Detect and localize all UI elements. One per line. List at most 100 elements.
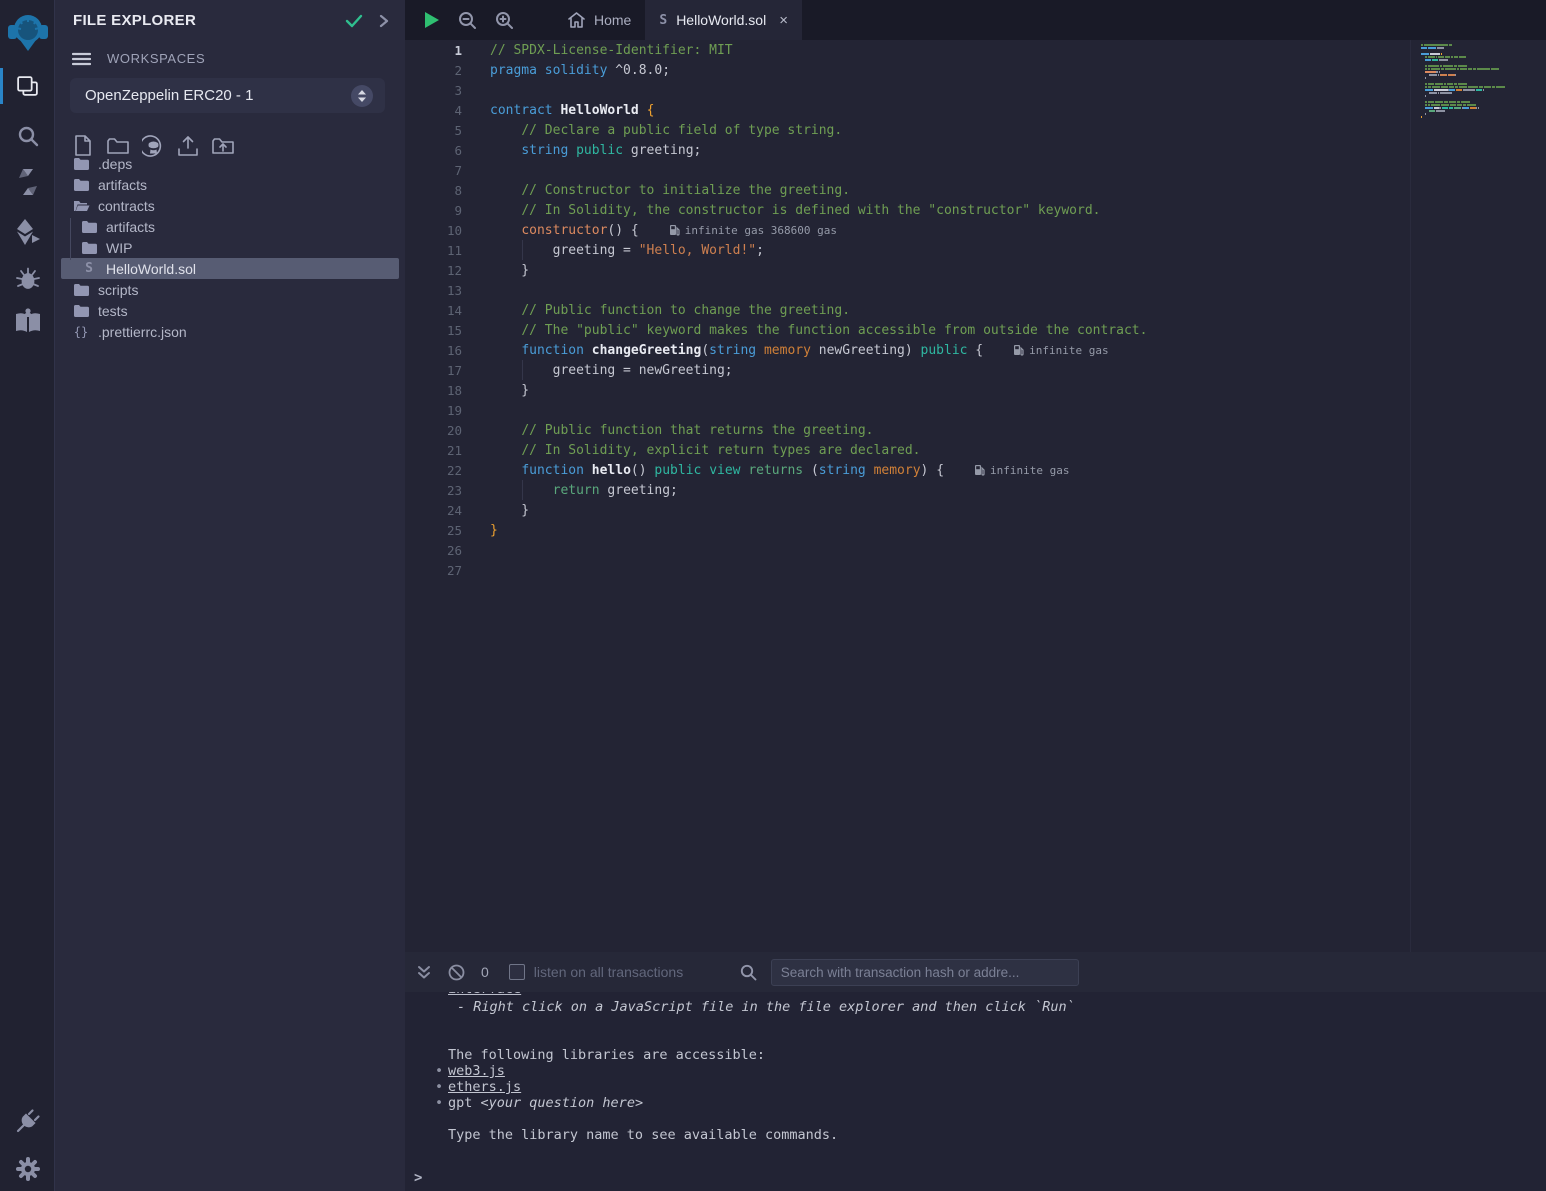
file-explorer-panel: FILE EXPLORER WORKSPACES OpenZeppelin ER… xyxy=(55,0,405,1191)
folder-icon xyxy=(80,221,98,233)
workspace-dropdown[interactable]: OpenZeppelin ERC20 - 1 xyxy=(70,78,385,113)
listen-transactions-label: listen on all transactions xyxy=(534,964,702,980)
deploy-run-icon[interactable] xyxy=(0,216,55,248)
gas-estimate-badge: infinite gas xyxy=(1013,344,1108,357)
code-line-12[interactable]: 12 } xyxy=(405,260,1546,280)
terminal[interactable]: interface - Right click on a JavaScript … xyxy=(405,992,1546,1191)
tab-close-icon[interactable]: × xyxy=(779,12,788,29)
settings-icon[interactable] xyxy=(0,1154,55,1184)
tree-item-artifacts[interactable]: artifacts xyxy=(61,216,399,237)
terminal-log-line: The following libraries are accessible: xyxy=(405,1047,1546,1063)
code-text: greeting = "Hello, World!"; xyxy=(490,243,764,258)
web3-js-link[interactable]: web3.js xyxy=(448,1063,505,1079)
code-text: function hello() public view returns (st… xyxy=(490,463,944,478)
line-number: 9 xyxy=(405,203,462,218)
code-line-1[interactable]: 1// SPDX-License-Identifier: MIT xyxy=(405,40,1546,60)
code-line-10[interactable]: 10 constructor() {infinite gas 368600 ga… xyxy=(405,220,1546,240)
line-number: 16 xyxy=(405,343,462,358)
solidity-file-icon: S xyxy=(80,261,98,276)
code-line-15[interactable]: 15 // The "public" keyword makes the fun… xyxy=(405,320,1546,340)
tree-item--prettierrc-json[interactable]: {}.prettierrc.json xyxy=(61,321,399,342)
code-line-27[interactable]: 27 xyxy=(405,560,1546,580)
code-line-25[interactable]: 25} xyxy=(405,520,1546,540)
tree-item-contracts[interactable]: contracts xyxy=(61,195,399,216)
code-line-16[interactable]: 16 function changeGreeting(string memory… xyxy=(405,340,1546,360)
terminal-search-input[interactable] xyxy=(771,959,1079,986)
tree-item-label: .prettierrc.json xyxy=(98,324,187,340)
tree-item--deps[interactable]: .deps xyxy=(61,153,399,174)
listen-transactions-checkbox[interactable] xyxy=(509,964,525,980)
code-line-23[interactable]: 23 return greeting; xyxy=(405,480,1546,500)
tree-item-tests[interactable]: tests xyxy=(61,300,399,321)
code-text: // Public function that returns the gree… xyxy=(490,423,874,438)
file-tree: .deps artifactscontractsartifacts WIP S Hell… xyxy=(55,153,405,342)
tab-helloworld-sol[interactable]: S HelloWorld.sol × xyxy=(645,0,802,40)
code-line-8[interactable]: 8 // Constructor to initialize the greet… xyxy=(405,180,1546,200)
minimap[interactable] xyxy=(1421,44,1546,125)
tree-item-label: tests xyxy=(98,303,128,319)
code-line-2[interactable]: 2pragma solidity ^0.8.0; xyxy=(405,60,1546,80)
code-line-13[interactable]: 13 xyxy=(405,280,1546,300)
code-line-22[interactable]: 22 function hello() public view returns … xyxy=(405,460,1546,480)
zoom-out-icon[interactable] xyxy=(458,11,477,30)
line-number: 12 xyxy=(405,263,462,278)
code-line-3[interactable]: 3 xyxy=(405,80,1546,100)
clear-console-icon[interactable] xyxy=(448,964,465,981)
line-number: 13 xyxy=(405,283,462,298)
tree-item-scripts[interactable]: scripts xyxy=(61,279,399,300)
tree-item-artifacts[interactable]: artifacts xyxy=(61,174,399,195)
line-number: 20 xyxy=(405,423,462,438)
tree-item-label: .deps xyxy=(98,156,132,172)
tree-item-label: WIP xyxy=(106,240,132,256)
folder-icon xyxy=(72,284,90,296)
code-line-4[interactable]: 4contract HelloWorld { xyxy=(405,100,1546,120)
tab-home[interactable]: Home xyxy=(554,0,645,40)
expand-terminal-icon[interactable] xyxy=(417,965,431,980)
code-text: string public greeting; xyxy=(490,143,701,158)
solidity-compiler-icon[interactable] xyxy=(0,167,55,197)
transaction-count-badge: 0 xyxy=(481,964,489,980)
code-line-26[interactable]: 26 xyxy=(405,540,1546,560)
code-line-11[interactable]: 11 greeting = "Hello, World!"; xyxy=(405,240,1546,260)
ethers-js-link[interactable]: ethers.js xyxy=(448,1079,521,1095)
code-text: // Constructor to initialize the greetin… xyxy=(490,183,850,198)
code-text: // SPDX-License-Identifier: MIT xyxy=(490,43,733,58)
line-number: 25 xyxy=(405,523,462,538)
terminal-library-link-line: •web3.js xyxy=(405,1063,1546,1079)
code-line-17[interactable]: 17 greeting = newGreeting; xyxy=(405,360,1546,380)
hamburger-menu-icon[interactable] xyxy=(72,52,91,66)
run-script-icon[interactable] xyxy=(423,11,440,29)
code-line-14[interactable]: 14 // Public function to change the gree… xyxy=(405,300,1546,320)
code-line-18[interactable]: 18 } xyxy=(405,380,1546,400)
plugin-manager-icon[interactable] xyxy=(0,1106,55,1136)
code-line-7[interactable]: 7 xyxy=(405,160,1546,180)
code-line-20[interactable]: 20 // Public function that returns the g… xyxy=(405,420,1546,440)
check-icon[interactable] xyxy=(345,14,363,28)
code-text: // Public function to change the greetin… xyxy=(490,303,850,318)
tree-item-helloworld-sol[interactable]: S HelloWorld.sol xyxy=(61,258,399,279)
learneth-icon[interactable] xyxy=(0,306,55,336)
line-number: 15 xyxy=(405,323,462,338)
tree-item-label: HelloWorld.sol xyxy=(106,261,196,277)
code-line-21[interactable]: 21 // In Solidity, explicit return types… xyxy=(405,440,1546,460)
code-line-24[interactable]: 24 } xyxy=(405,500,1546,520)
code-line-5[interactable]: 5 // Declare a public field of type stri… xyxy=(405,120,1546,140)
search-icon[interactable] xyxy=(0,122,55,150)
debugger-icon[interactable] xyxy=(0,264,55,294)
file-explorer-icon[interactable] xyxy=(0,70,55,102)
line-number: 27 xyxy=(405,563,462,578)
workspace-sort-button[interactable] xyxy=(351,85,373,107)
folder-icon xyxy=(72,305,90,317)
chevron-right-icon[interactable] xyxy=(379,14,389,28)
tree-item-wip[interactable]: WIP xyxy=(61,237,399,258)
code-text: // In Solidity, the constructor is defin… xyxy=(490,203,1101,218)
code-line-19[interactable]: 19 xyxy=(405,400,1546,420)
code-text: } xyxy=(490,383,529,398)
line-number: 4 xyxy=(405,103,462,118)
code-editor[interactable]: 1// SPDX-License-Identifier: MIT2pragma … xyxy=(405,40,1546,952)
tab-home-label: Home xyxy=(594,12,631,28)
zoom-in-icon[interactable] xyxy=(495,11,514,30)
code-text: } xyxy=(490,263,529,278)
code-line-6[interactable]: 6 string public greeting; xyxy=(405,140,1546,160)
code-line-9[interactable]: 9 // In Solidity, the constructor is def… xyxy=(405,200,1546,220)
